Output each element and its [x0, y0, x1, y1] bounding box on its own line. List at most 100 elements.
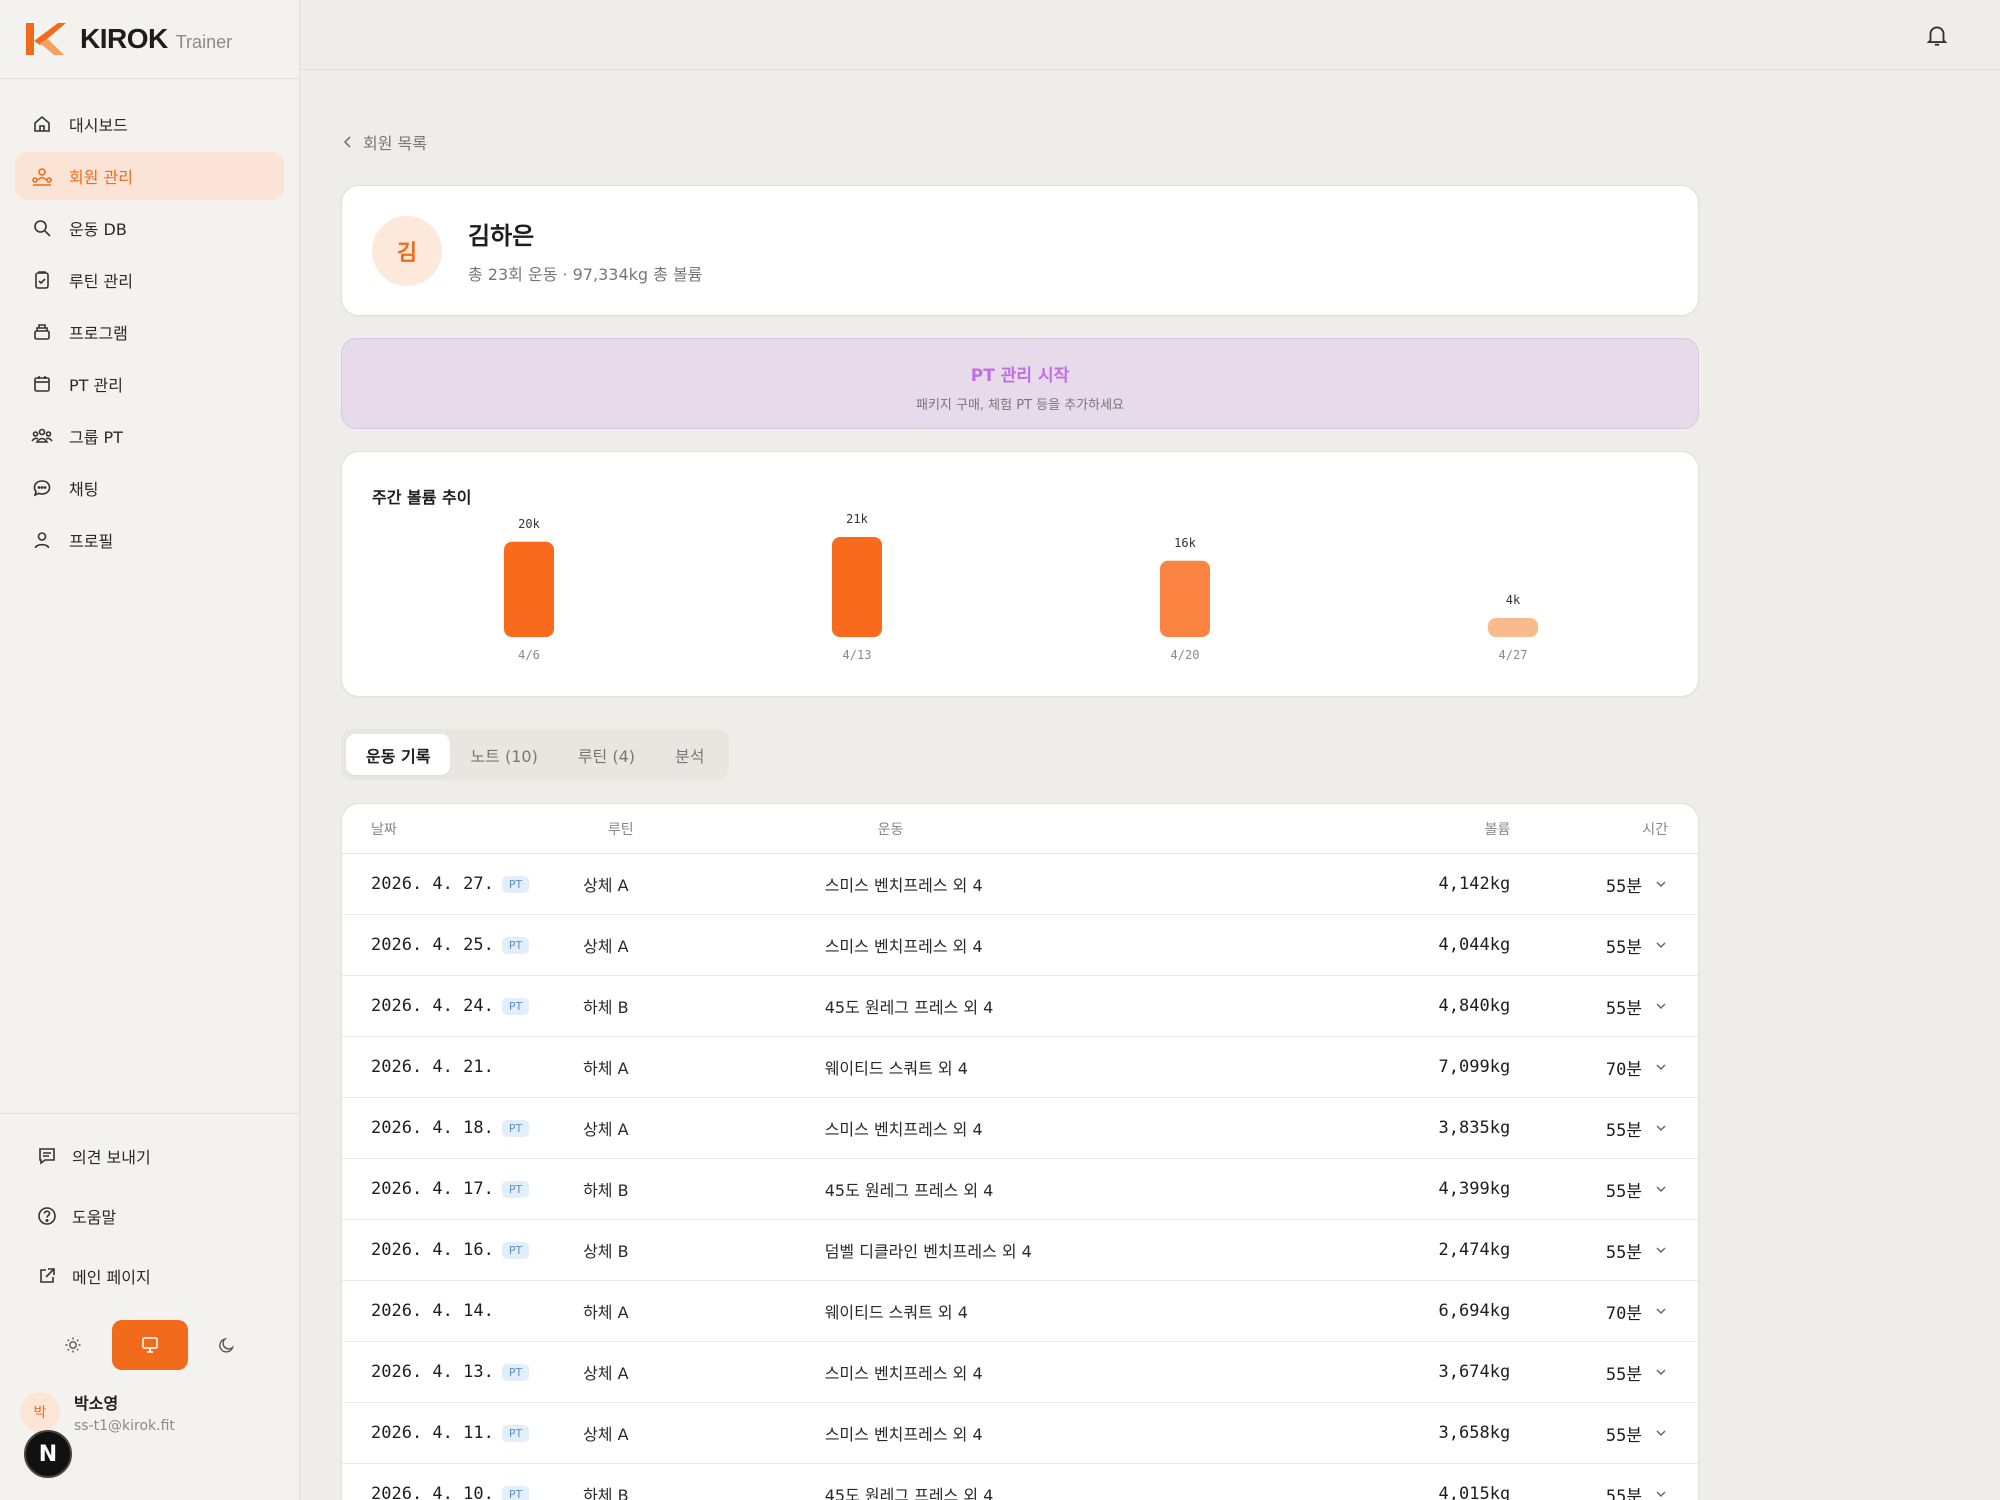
sidebar-item-profile[interactable]: 프로필: [15, 516, 284, 564]
row-routine: 상체 A: [583, 1120, 629, 1139]
table-row[interactable]: 2026. 4. 16. PT 상체 B 덤벨 디클라인 벤치프레스 외 4 2,474…: [342, 1220, 1698, 1281]
row-volume: 4,044kg: [1438, 935, 1511, 955]
sidebar-item-routines[interactable]: 루틴 관리: [15, 256, 284, 304]
row-routine-cell: 하체 A: [583, 1299, 825, 1323]
row-time-cell: 55분: [1510, 933, 1698, 958]
pt-badge: PT: [501, 1241, 530, 1259]
row-volume-cell: 4,399kg: [1249, 1179, 1511, 1199]
row-date: 2026. 4. 11.: [371, 1423, 494, 1443]
row-date: 2026. 4. 16.: [371, 1240, 494, 1260]
row-routine: 하체 A: [583, 1303, 629, 1322]
brand-name: KIROK: [80, 23, 168, 54]
group-icon: [31, 425, 53, 447]
theme-dark-button[interactable]: [188, 1320, 265, 1370]
table-row[interactable]: 2026. 4. 17. PT 하체 B 45도 원레그 프레스 외 4 4,399kg…: [342, 1159, 1698, 1220]
theme-light-button[interactable]: [35, 1320, 112, 1370]
sun-icon: [65, 1337, 81, 1353]
pt-start-banner[interactable]: PT 관리 시작 패키지 구매, 체험 PT 등을 추가하세요: [341, 338, 1699, 429]
back-to-members-link[interactable]: 회원 목록: [341, 130, 427, 154]
back-label: 회원 목록: [363, 134, 427, 153]
sidebar-item-chat[interactable]: 채팅: [15, 464, 284, 512]
row-exercise: 45도 원레그 프레스 외 4: [824, 1181, 994, 1200]
row-volume-cell: 4,044kg: [1249, 935, 1511, 955]
row-routine-cell: 하체 B: [583, 1482, 825, 1500]
table-row[interactable]: 2026. 4. 27. PT 상체 A 스미스 벤치프레스 외 4 4,142kg 55…: [342, 854, 1698, 915]
table-row[interactable]: 2026. 4. 25. PT 상체 A 스미스 벤치프레스 외 4 4,044kg 55…: [342, 915, 1698, 976]
row-date-cell: 2026. 4. 13. PT: [342, 1362, 583, 1382]
row-time-cell: 55분: [1510, 872, 1698, 897]
table-row[interactable]: 2026. 4. 14. 하체 A 웨이티드 스쿼트 외 4 6,694kg 70분: [342, 1281, 1698, 1342]
row-time: 55분: [1605, 937, 1642, 958]
sidebar-item-dashboard[interactable]: 대시보드: [15, 100, 284, 148]
sidebar-item-label: PT 관리: [69, 376, 123, 395]
row-exercise-cell: 스미스 벤치프레스 외 4: [825, 1421, 1249, 1445]
row-routine: 상체 A: [583, 937, 629, 956]
chevron-down-icon[interactable]: [1654, 1182, 1668, 1196]
chevron-down-icon[interactable]: [1654, 1426, 1668, 1440]
table-row[interactable]: 2026. 4. 24. PT 하체 B 45도 원레그 프레스 외 4 4,840kg…: [342, 976, 1698, 1037]
row-volume-cell: 4,840kg: [1249, 996, 1511, 1016]
theme-switcher: [35, 1320, 265, 1370]
row-volume: 7,099kg: [1438, 1057, 1511, 1077]
current-user[interactable]: 박 박소영 ss-t1@kirok.fit: [20, 1390, 175, 1434]
bell-icon[interactable]: [1924, 22, 1950, 48]
chevron-down-icon[interactable]: [1654, 877, 1668, 891]
sidebar-item-group-pt[interactable]: 그룹 PT: [15, 412, 284, 460]
chevron-down-icon[interactable]: [1654, 1060, 1668, 1074]
brand[interactable]: KIROK Trainer: [0, 0, 299, 79]
member-profile-card: 김 김하은 총 23회 운동 · 97,334kg 총 볼륨: [341, 185, 1699, 316]
row-volume-cell: 4,015kg: [1249, 1484, 1511, 1500]
chart-value-label: 16k: [1174, 536, 1196, 550]
chart-value-label: 4k: [1506, 593, 1521, 607]
calendar-icon: [31, 373, 53, 395]
sidebar-item-programs[interactable]: 프로그램: [15, 308, 284, 356]
table-row[interactable]: 2026. 4. 21. 하체 A 웨이티드 스쿼트 외 4 7,099kg 70분: [342, 1037, 1698, 1098]
header-date: 날짜: [371, 821, 397, 838]
tab-routines[interactable]: 루틴 (4): [558, 734, 655, 775]
tab-analysis[interactable]: 분석: [655, 734, 724, 775]
tab-notes[interactable]: 노트 (10): [450, 734, 557, 775]
sidebar-divider: [0, 1113, 299, 1114]
sidebar-item-pt[interactable]: PT 관리: [15, 360, 284, 408]
user-avatar: 박: [20, 1392, 60, 1432]
main-page-link[interactable]: 메인 페이지: [20, 1246, 280, 1306]
help-link[interactable]: 도움말: [20, 1186, 280, 1246]
row-time-cell: 55분: [1510, 1238, 1698, 1263]
chevron-down-icon[interactable]: [1654, 999, 1668, 1013]
header-routine: 루틴: [607, 821, 634, 838]
row-date-cell: 2026. 4. 11. PT: [342, 1423, 583, 1443]
chevron-down-icon[interactable]: [1654, 1121, 1668, 1135]
table-row[interactable]: 2026. 4. 13. PT 상체 A 스미스 벤치프레스 외 4 3,674kg 55…: [342, 1342, 1698, 1403]
nextjs-devtools-badge[interactable]: N: [24, 1430, 72, 1478]
row-exercise-cell: 스미스 벤치프레스 외 4: [825, 872, 1249, 896]
row-exercise-cell: 웨이티드 스쿼트 외 4: [825, 1299, 1249, 1323]
help-icon: [36, 1205, 58, 1227]
chevron-down-icon[interactable]: [1654, 1304, 1668, 1318]
row-routine: 상체 A: [583, 1425, 629, 1444]
row-volume: 3,674kg: [1438, 1362, 1511, 1382]
table-row[interactable]: 2026. 4. 18. PT 상체 A 스미스 벤치프레스 외 4 3,835kg 55…: [342, 1098, 1698, 1159]
row-exercise-cell: 45도 원레그 프레스 외 4: [825, 1482, 1249, 1500]
member-avatar: 김: [372, 215, 442, 286]
row-exercise: 45도 원레그 프레스 외 4: [824, 1486, 994, 1500]
weekly-volume-chart-card: 주간 볼륨 추이 20k 4/6 21k 4/13 16k 4/20 4k 4/27: [341, 451, 1699, 697]
table-row[interactable]: 2026. 4. 11. PT 상체 A 스미스 벤치프레스 외 4 3,658kg 55…: [342, 1403, 1698, 1464]
theme-system-button[interactable]: [111, 1320, 189, 1370]
chevron-down-icon[interactable]: [1654, 1487, 1668, 1500]
table-row[interactable]: 2026. 4. 10. PT 하체 B 45도 원레그 프레스 외 4 4,015kg…: [342, 1464, 1698, 1500]
chevron-down-icon[interactable]: [1654, 1243, 1668, 1257]
row-volume-cell: 6,694kg: [1249, 1301, 1511, 1321]
weekly-volume-chart: 20k 4/6 21k 4/13 16k 4/20 4k 4/27: [504, 512, 1538, 662]
chevron-down-icon[interactable]: [1654, 1365, 1668, 1379]
tab-workout-log[interactable]: 운동 기록: [346, 734, 451, 775]
row-routine-cell: 상체 B: [583, 1238, 825, 1262]
row-exercise: 45도 원레그 프레스 외 4: [824, 998, 994, 1017]
feedback-link[interactable]: 의견 보내기: [20, 1126, 280, 1186]
chevron-down-icon[interactable]: [1654, 938, 1668, 952]
sidebar-item-exercise-db[interactable]: 운동 DB: [15, 204, 284, 252]
row-exercise: 스미스 벤치프레스 외 4: [824, 937, 983, 956]
sidebar-item-members[interactable]: 회원 관리: [15, 152, 284, 200]
chart-value-label: 21k: [846, 512, 868, 526]
external-link-icon: [36, 1265, 58, 1287]
row-time-cell: 55분: [1510, 994, 1698, 1019]
